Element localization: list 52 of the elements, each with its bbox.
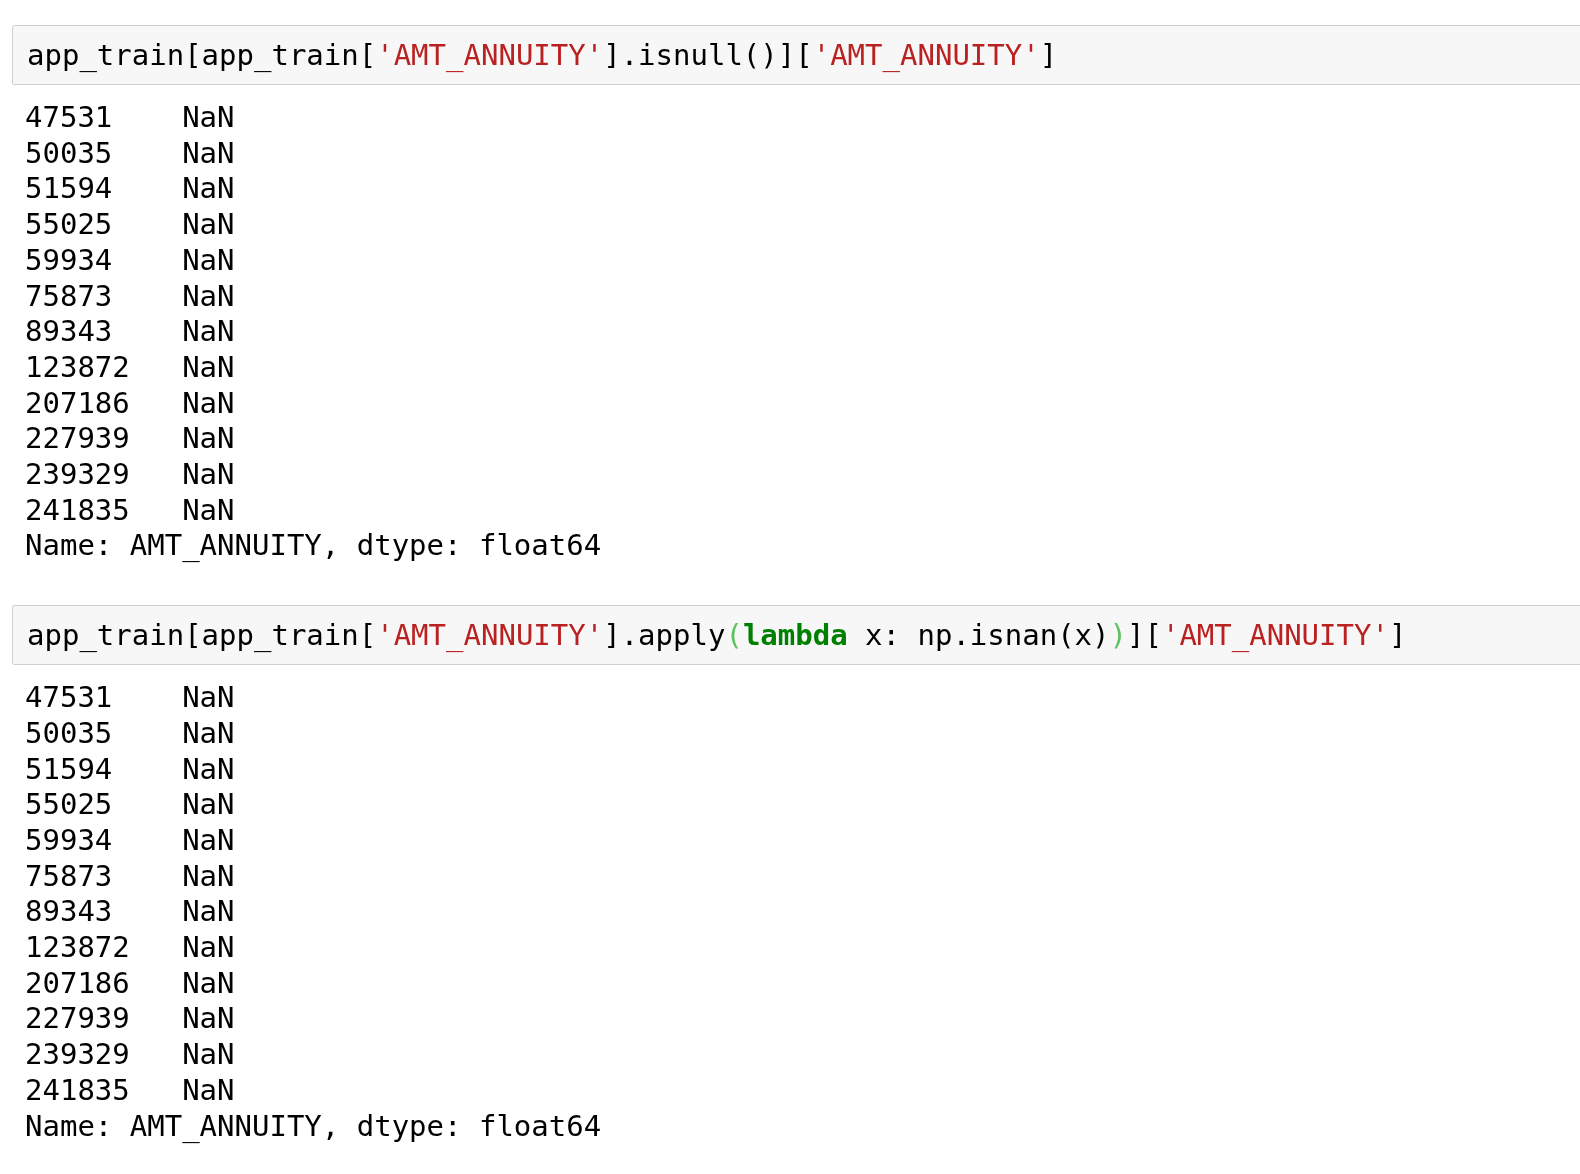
series-value: NaN [182,1001,235,1038]
series-index: 47531 [25,100,114,136]
series-index: 239329 [25,1037,131,1073]
series-index: 227939 [25,1001,131,1038]
series-value: NaN [182,680,235,716]
series-index: 51594 [25,171,114,208]
series-value: NaN [182,930,235,966]
series-value: NaN [182,858,235,895]
code-input-cell[interactable]: app_train[app_train['AMT_ANNUITY'].isnull()]['AMT_ANNUITY'] [12,25,1580,85]
series-index: 207186 [25,385,131,422]
series-value: NaN [182,100,235,136]
series-footer: Name: AMT_ANNUITY, dtype: float64 [25,528,602,565]
series-index: 59934 [25,822,114,859]
series-index: 47531 [25,680,114,716]
series-value: NaN [182,349,235,386]
series-value: NaN [182,715,235,752]
series-value: NaN [182,965,235,1002]
series-index: 241835 [25,492,131,529]
series-index: 55025 [25,787,114,823]
series-value: NaN [182,242,235,279]
series-value: NaN [182,751,235,788]
series-value: NaN [182,822,235,859]
series-value: NaN [182,894,235,931]
series-index: 207186 [25,965,131,1002]
series-value: NaN [182,1037,235,1073]
series-index: 50035 [25,135,114,172]
series-value: NaN [182,457,235,493]
series-index: 241835 [25,1072,131,1109]
series-index: 89343 [25,314,114,350]
series-index: 75873 [25,278,114,315]
series-index: 59934 [25,242,114,279]
series-index: 239329 [25,457,131,493]
series-index: 55025 [25,207,114,243]
series-value: NaN [182,385,235,422]
series-index: 51594 [25,751,114,788]
series-value: NaN [182,314,235,350]
series-value: NaN [182,278,235,315]
series-value: NaN [182,421,235,458]
series-index: 89343 [25,894,114,931]
series-index: 75873 [25,858,114,895]
series-value: NaN [182,492,235,529]
series-index: 50035 [25,715,114,752]
series-index: 123872 [25,930,131,966]
series-value: NaN [182,135,235,172]
series-value: NaN [182,171,235,208]
code-input-cell[interactable]: app_train[app_train['AMT_ANNUITY'].apply(lambda x: np.isnan(x))]['AMT_ANNUITY'] [12,605,1580,666]
series-index: 227939 [25,421,131,458]
series-value: NaN [182,207,235,243]
series-value: NaN [182,787,235,823]
series-index: 123872 [25,349,131,386]
series-footer: Name: AMT_ANNUITY, dtype: float64 [25,1108,602,1145]
series-value: NaN [182,1072,235,1109]
